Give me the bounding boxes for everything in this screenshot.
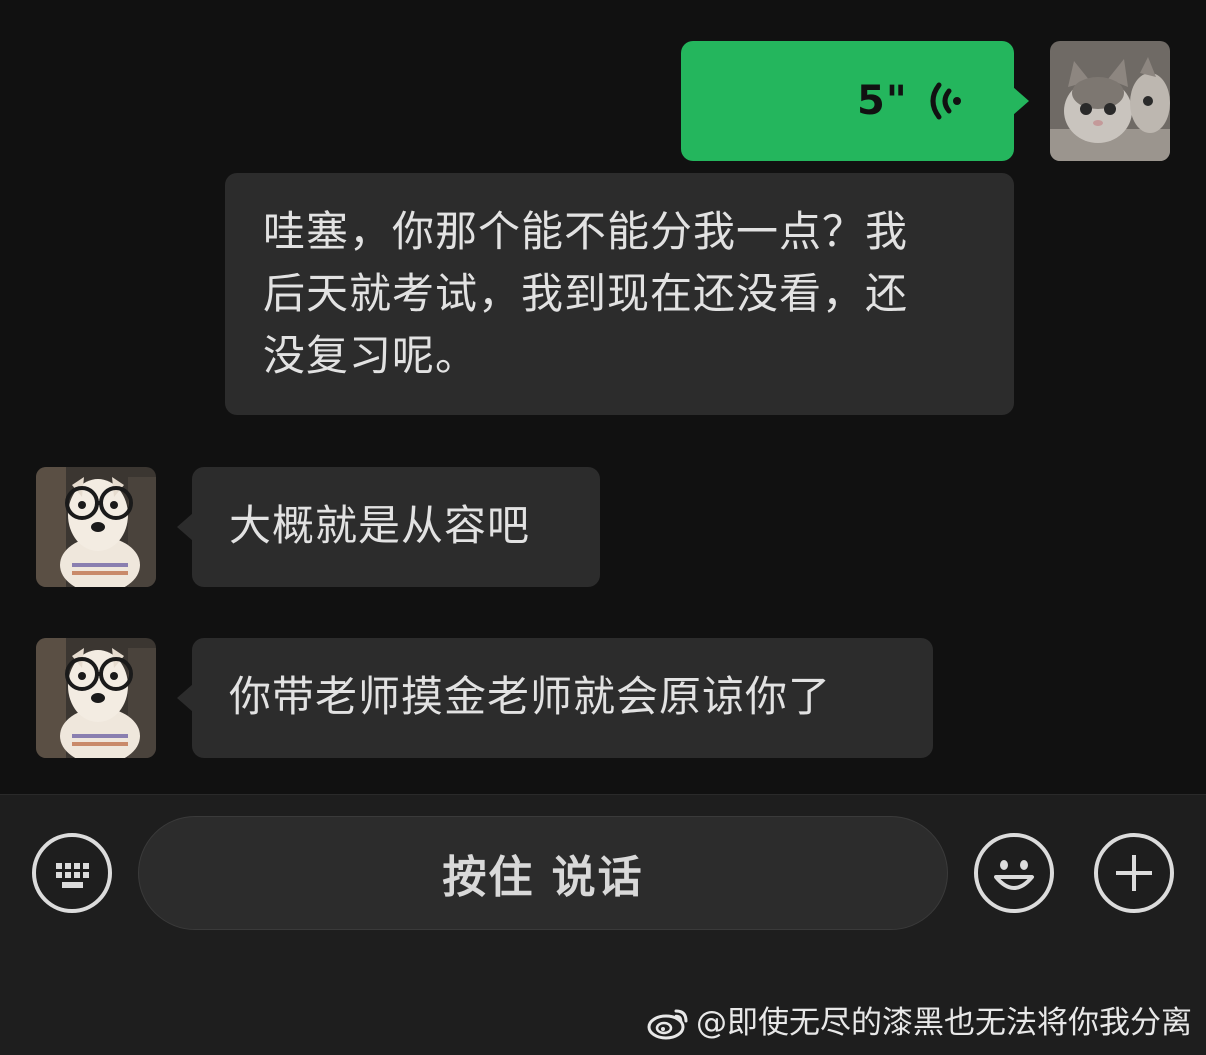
watermark-text: @即使无尽的漆黑也无法将你我分离	[696, 1005, 1192, 1041]
voice-wave-icon	[930, 82, 961, 120]
chat-message-bubble[interactable]: 哇塞，你那个能不能分我一点？我 后天就考试，我到现在还没看，还 没复习呢。	[225, 173, 1014, 415]
chat-message-bubble[interactable]: 大概就是从容吧	[192, 467, 600, 587]
message-line: 哇塞，你那个能不能分我一点？我	[263, 207, 909, 256]
emoji-button[interactable]	[974, 833, 1054, 913]
voice-duration: 5"	[857, 78, 908, 124]
hold-to-talk-button[interactable]: 按住 说话	[138, 816, 948, 930]
keyboard-icon	[56, 863, 89, 888]
watermark: @即使无尽的漆黑也无法将你我分离	[646, 1003, 1192, 1043]
emoji-icon	[994, 860, 1034, 890]
plus-icon	[1116, 855, 1152, 891]
self-avatar[interactable]	[1050, 41, 1170, 161]
bubble-tail	[177, 684, 193, 712]
voice-message-bubble[interactable]: 5"	[681, 41, 1014, 161]
chat-message-bubble[interactable]: 你带老师摸金老师就会原谅你了	[192, 638, 933, 758]
bubble-tail	[177, 513, 193, 541]
friend-avatar[interactable]	[36, 467, 156, 587]
message-line: 没复习呢。	[263, 331, 479, 380]
more-button[interactable]	[1094, 833, 1174, 913]
keyboard-button[interactable]	[32, 833, 112, 913]
message-list[interactable]: 5" 哇塞，你那个能不能分我一点？我 后天就考试，我到现在还没看，还 没复习呢。	[0, 0, 1206, 794]
friend-avatar[interactable]	[36, 638, 156, 758]
chat-screen: 5" 哇塞，你那个能不能分我一点？我 后天就考试，我到现在还没看，还 没复习呢。	[0, 0, 1206, 1055]
weibo-icon	[647, 1009, 688, 1040]
bubble-tail	[1013, 87, 1029, 115]
message-line: 后天就考试，我到现在还没看，还	[263, 269, 909, 318]
